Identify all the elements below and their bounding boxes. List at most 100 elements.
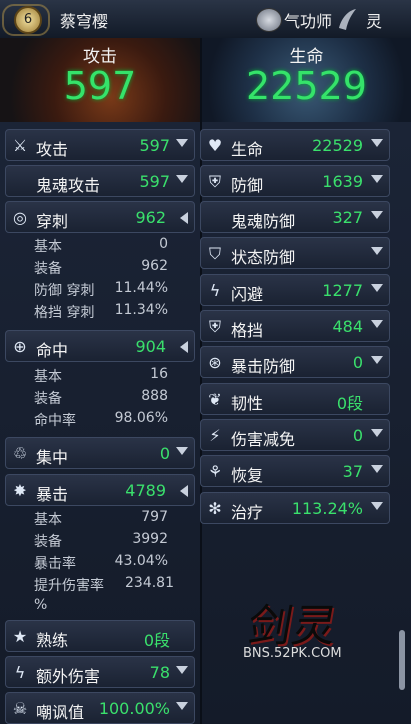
attack-summary-value: 597 — [63, 64, 137, 108]
watermark-logo-text: 剑灵 — [243, 601, 341, 652]
expand-arrow-icon[interactable] — [176, 702, 188, 710]
detail-row: 基本 16 — [34, 366, 168, 385]
detail-row: 基本 797 — [34, 509, 168, 528]
stat-row-critical[interactable]: ✸ 暴击 4789 — [5, 474, 195, 506]
toughness-icon: ❦ — [208, 390, 222, 409]
stat-row-damage-reduction[interactable]: ⚡ 伤害减免 0 — [200, 419, 390, 451]
expand-arrow-icon[interactable] — [176, 139, 188, 147]
stat-value: 22529 — [312, 136, 363, 155]
detail-row: 装备 962 — [34, 258, 168, 277]
hp-summary-value: 22529 — [246, 64, 367, 108]
stat-row-soul-attack[interactable]: 鬼魂攻击 597 — [5, 165, 195, 197]
expand-arrow-icon[interactable] — [176, 666, 188, 674]
stat-value: 1639 — [322, 172, 363, 191]
stat-row-pierce[interactable]: ◎ 穿刺 962 — [5, 201, 195, 233]
stat-label: 韧性 — [231, 394, 264, 413]
stat-label: 熟练 — [36, 631, 69, 650]
crit-defense-icon: ⊛ — [208, 353, 222, 372]
expand-arrow-icon[interactable] — [371, 139, 383, 147]
stat-label: 嘲讽值 — [36, 703, 85, 722]
skull-icon: ☠ — [12, 699, 28, 718]
stat-label: 暴击防御 — [231, 357, 296, 376]
stat-label: 穿刺 — [36, 212, 69, 231]
character-race: 灵 — [366, 12, 383, 31]
expand-arrow-icon[interactable] — [371, 284, 383, 292]
stat-row-extra-damage[interactable]: ϟ 额外伤害 78 — [5, 656, 195, 688]
level-number: 6 — [14, 6, 42, 34]
stat-label: 暴击 — [36, 485, 69, 504]
stat-row-recovery[interactable]: ⚘ 恢复 37 — [200, 455, 390, 487]
hp-summary: 生命 22529 — [202, 38, 411, 122]
block-shield-icon: ⛨ — [208, 317, 221, 336]
crosshair-icon: ⊕ — [13, 337, 27, 356]
scrollbar-thumb[interactable] — [399, 630, 405, 690]
detail-row: 防御 穿刺 11.44% — [34, 280, 168, 299]
stat-label: 治疗 — [231, 503, 264, 522]
detail-row: % — [34, 597, 48, 613]
star-icon: ★ — [12, 627, 28, 646]
bolt-icon: ϟ — [209, 281, 221, 300]
expand-arrow-icon[interactable] — [371, 211, 383, 219]
sprout-icon: ⚘ — [207, 462, 223, 481]
expand-arrow-icon[interactable] — [176, 447, 188, 455]
stat-label: 伤害减免 — [231, 430, 296, 449]
character-class: 气功师 — [284, 12, 333, 31]
detail-row: 装备 888 — [34, 388, 168, 407]
stat-label: 攻击 — [36, 140, 69, 159]
stat-label: 鬼魂防御 — [231, 212, 296, 231]
expand-arrow-icon[interactable] — [371, 175, 383, 183]
stat-value: 0 — [352, 426, 363, 445]
stat-value: 4789 — [125, 481, 166, 500]
stat-value: 0段 — [143, 631, 170, 650]
stat-label: 额外伤害 — [36, 667, 101, 686]
stat-label: 生命 — [231, 140, 264, 159]
stat-row-hp[interactable]: ♥ 生命 22529 — [200, 129, 390, 161]
expand-arrow-icon[interactable] — [371, 356, 383, 364]
stat-value: 0 — [352, 353, 363, 372]
stat-value: 0段 — [336, 394, 363, 413]
collapse-arrow-icon[interactable] — [180, 341, 188, 353]
stat-value: 962 — [135, 208, 166, 227]
expand-arrow-icon[interactable] — [371, 247, 383, 255]
detail-row: 基本 0 — [34, 236, 168, 255]
stat-value: 484 — [332, 317, 363, 336]
stat-row-block[interactable]: ⛨ 格挡 484 — [200, 310, 390, 342]
stat-row-taunt[interactable]: ☠ 嘲讽值 100.00% — [5, 692, 195, 724]
collapse-arrow-icon[interactable] — [180, 212, 188, 224]
stat-value: 597 — [139, 172, 170, 191]
stat-row-concentration[interactable]: ♲ 集中 0 — [5, 437, 195, 469]
collapse-arrow-icon[interactable] — [180, 485, 188, 497]
expand-arrow-icon[interactable] — [371, 429, 383, 437]
stat-row-status-defense[interactable]: ⛉ 状态防御 — [200, 237, 390, 269]
stat-row-toughness[interactable]: ❦ 韧性 0段 — [200, 383, 390, 415]
stat-row-crit-defense[interactable]: ⊛ 暴击防御 0 — [200, 346, 390, 378]
stat-row-accuracy[interactable]: ⊕ 命中 904 — [5, 330, 195, 362]
concentration-icon: ♲ — [12, 444, 28, 463]
attack-summary: 攻击 597 — [0, 38, 200, 122]
expand-arrow-icon[interactable] — [176, 175, 188, 183]
expand-arrow-icon[interactable] — [371, 502, 383, 510]
detail-row: 装备 3992 — [34, 531, 168, 550]
stat-label: 集中 — [36, 448, 69, 467]
stat-value: 597 — [139, 136, 170, 155]
stat-label: 防御 — [231, 176, 264, 195]
stat-label: 鬼魂攻击 — [36, 176, 101, 195]
pierce-icon: ◎ — [13, 208, 27, 227]
detail-row: 提升伤害率 234.81 — [34, 575, 174, 594]
shield-icon: ⛨ — [208, 172, 221, 191]
expand-arrow-icon[interactable] — [371, 320, 383, 328]
stat-row-evasion[interactable]: ϟ 闪避 1277 — [200, 274, 390, 306]
expand-arrow-icon[interactable] — [371, 465, 383, 473]
stat-label: 状态防御 — [231, 248, 296, 267]
character-header: 6 蔡穹樱 气功师 灵 — [0, 0, 411, 39]
stat-row-soul-defense[interactable]: 鬼魂防御 327 — [200, 201, 390, 233]
stat-value: 113.24% — [291, 499, 363, 518]
stat-value: 327 — [332, 208, 363, 227]
stat-row-mastery[interactable]: ★ 熟练 0段 — [5, 620, 195, 652]
detail-row: 格挡 穿刺 11.34% — [34, 302, 168, 321]
level-badge: 6 — [2, 2, 50, 36]
stat-row-defense[interactable]: ⛨ 防御 1639 — [200, 165, 390, 197]
race-icon — [339, 9, 356, 30]
stat-row-healing[interactable]: ✻ 治疗 113.24% — [200, 492, 390, 524]
stat-row-attack[interactable]: ⚔ 攻击 597 — [5, 129, 195, 161]
